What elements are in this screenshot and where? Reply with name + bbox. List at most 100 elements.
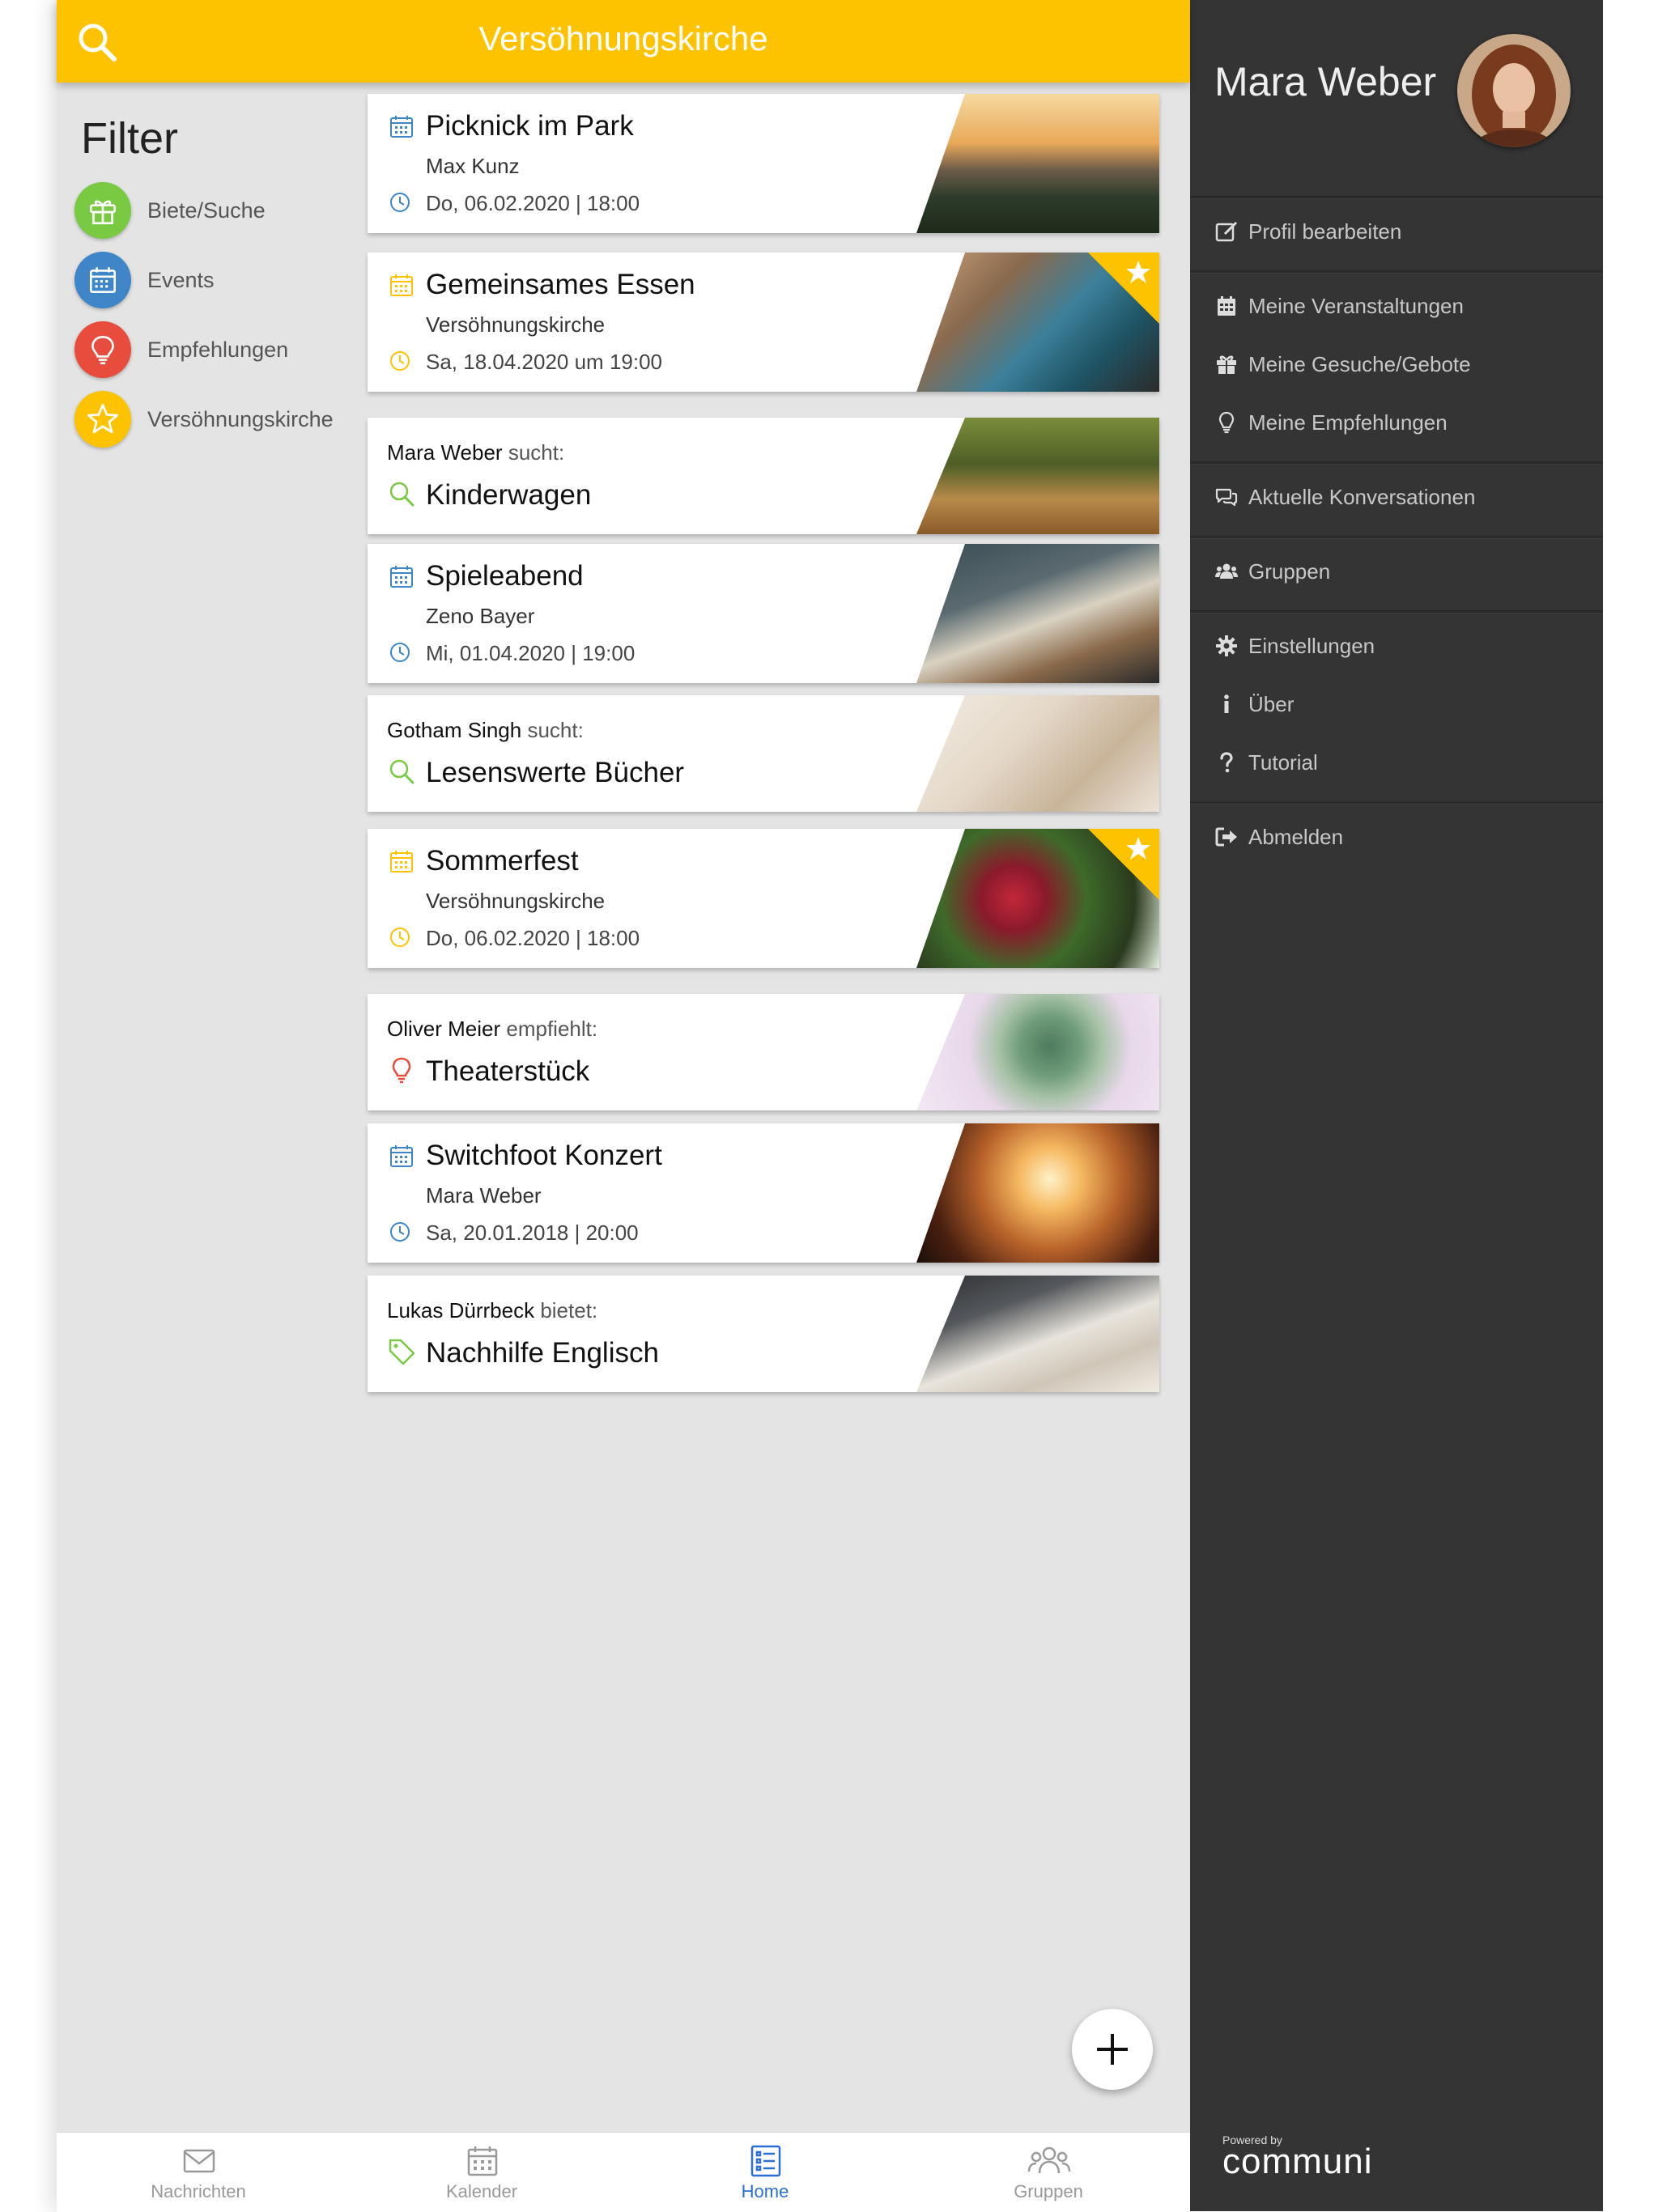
card-title: Kinderwagen xyxy=(426,479,592,511)
divider xyxy=(1190,536,1603,539)
card-image xyxy=(916,994,1159,1110)
feed-card[interactable]: Sommerfest Versöhnungskirche Do, 06.02.2… xyxy=(368,829,1159,968)
feed-card[interactable]: Gotham Singh sucht: Lesenswerte Bücher xyxy=(368,695,1159,812)
card-author-line: Lukas Dürrbeck bietet: xyxy=(387,1298,597,1323)
card-verb: empfiehlt: xyxy=(506,1017,598,1041)
card-verb: sucht: xyxy=(527,718,584,742)
comments-icon xyxy=(1215,488,1238,507)
card-date: Sa, 18.04.2020 um 19:00 xyxy=(426,350,663,374)
edit-icon xyxy=(1215,221,1238,242)
card-author-line: Gotham Singh sucht: xyxy=(387,718,584,743)
card-author-line: Oliver Meier empfiehlt: xyxy=(387,1017,597,1042)
plus-icon xyxy=(1097,2034,1128,2065)
menu-profil-bearbeiten[interactable]: Profil bearbeiten xyxy=(1214,209,1595,254)
menu-meine-gesuche-gebote[interactable]: Meine Gesuche/Gebote xyxy=(1214,342,1595,387)
calendar-icon xyxy=(390,274,413,296)
nav-label: Gruppen xyxy=(1014,2181,1083,2201)
filter-label: Versöhnungskirche xyxy=(147,406,334,431)
menu-tutorial[interactable]: Tutorial xyxy=(1214,740,1595,785)
menu-label: Einstellungen xyxy=(1248,633,1375,658)
card-title: Gemeinsames Essen xyxy=(426,269,695,300)
clock-icon xyxy=(390,351,410,371)
card-date: Mi, 01.04.2020 | 19:00 xyxy=(426,641,636,665)
filter-label: Biete/Suche xyxy=(147,197,266,223)
filter-item-empfehlungen[interactable]: Empfehlungen xyxy=(74,319,366,380)
menu-label: Meine Gesuche/Gebote xyxy=(1248,351,1471,376)
menu-label: Aktuelle Konversationen xyxy=(1248,484,1476,509)
card-subtitle: Zeno Bayer xyxy=(426,604,535,628)
clock-icon xyxy=(390,643,410,662)
divider xyxy=(1190,610,1603,614)
feed-card[interactable]: Switchfoot Konzert Mara Weber Sa, 20.01.… xyxy=(368,1123,1159,1263)
nav-gruppen[interactable]: Gruppen xyxy=(907,2133,1190,2212)
filter-item-biete-suche[interactable]: Biete/Suche xyxy=(74,180,366,241)
divider xyxy=(1190,801,1603,805)
user-name: Mara Weber xyxy=(1214,59,1437,104)
nav-kalender[interactable]: Kalender xyxy=(340,2133,623,2212)
nav-label: Home xyxy=(741,2181,789,2201)
lightbulb-icon xyxy=(74,321,131,378)
card-image xyxy=(916,94,1159,233)
calendar-icon xyxy=(390,116,413,138)
menu-einstellungen[interactable]: Einstellungen xyxy=(1214,623,1595,669)
filter-item-events[interactable]: Events xyxy=(74,249,366,311)
gift-icon xyxy=(74,182,131,239)
brand-logo: communi xyxy=(1222,2142,1373,2181)
card-verb: bietet: xyxy=(540,1298,598,1323)
question-icon xyxy=(1220,752,1233,773)
calendar-icon xyxy=(390,851,413,872)
top-bar: Versöhnungskirche xyxy=(57,0,1190,83)
feed-card[interactable]: Picknick im Park Max Kunz Do, 06.02.2020… xyxy=(368,94,1159,233)
star-icon xyxy=(74,391,131,448)
menu-gruppen[interactable]: Gruppen xyxy=(1214,549,1595,594)
card-date: Do, 06.02.2020 | 18:00 xyxy=(426,926,640,950)
menu-meine-empfehlungen[interactable]: Meine Empfehlungen xyxy=(1214,400,1595,445)
card-title: Sommerfest xyxy=(426,845,579,877)
menu-label: Profil bearbeiten xyxy=(1248,219,1402,244)
nav-nachrichten[interactable]: Nachrichten xyxy=(57,2133,340,2212)
card-author: Gotham Singh xyxy=(387,718,522,742)
search-icon xyxy=(389,482,414,507)
star-icon xyxy=(1088,253,1159,324)
menu-abmelden[interactable]: Abmelden xyxy=(1214,814,1595,860)
filter-item-versoehnungskirche[interactable]: Versöhnungskirche xyxy=(74,388,366,450)
avatar[interactable] xyxy=(1457,34,1571,147)
card-title: Picknick im Park xyxy=(426,110,634,142)
card-verb: sucht: xyxy=(508,440,565,465)
filter-title: Filter xyxy=(81,114,178,163)
page-title: Versöhnungskirche xyxy=(478,19,768,57)
menu-label: Abmelden xyxy=(1248,824,1344,849)
add-button[interactable] xyxy=(1072,2009,1153,2090)
card-image xyxy=(916,544,1159,683)
feed-card[interactable]: Lukas Dürrbeck bietet: Nachhilfe Englisc… xyxy=(368,1276,1159,1392)
card-image xyxy=(916,695,1159,812)
calendar-icon xyxy=(74,252,131,308)
card-date: Sa, 20.01.2018 | 20:00 xyxy=(426,1221,639,1245)
powered-by-logo: Powered by communi xyxy=(1222,2133,1384,2182)
card-image xyxy=(916,1276,1159,1392)
feed-card[interactable]: Spieleabend Zeno Bayer Mi, 01.04.2020 | … xyxy=(368,544,1159,683)
card-title: Switchfoot Konzert xyxy=(426,1140,662,1171)
menu-aktuelle-konversationen[interactable]: Aktuelle Konversationen xyxy=(1214,474,1595,520)
card-author: Mara Weber xyxy=(387,440,503,465)
menu-label: Gruppen xyxy=(1248,558,1331,584)
menu-meine-veranstaltungen[interactable]: Meine Veranstaltungen xyxy=(1214,283,1595,329)
card-title: Lesenswerte Bücher xyxy=(426,757,685,788)
divider xyxy=(1190,196,1603,199)
lightbulb-icon xyxy=(392,1057,411,1084)
gear-icon xyxy=(1216,635,1237,656)
star-icon xyxy=(1088,829,1159,900)
nav-label: Kalender xyxy=(445,2181,518,2201)
feed-card[interactable]: Oliver Meier empfiehlt: Theaterstück xyxy=(368,994,1159,1110)
lightbulb-icon xyxy=(1218,411,1235,434)
feed-card[interactable]: Mara Weber sucht: Kinderwagen xyxy=(368,418,1159,534)
nav-home[interactable]: Home xyxy=(623,2133,907,2212)
feed-card[interactable]: Gemeinsames Essen Versöhnungskirche Sa, … xyxy=(368,253,1159,392)
menu-ueber[interactable]: Über xyxy=(1214,681,1595,727)
menu-label: Tutorial xyxy=(1248,749,1318,775)
card-image xyxy=(916,1123,1159,1263)
card-author-line: Mara Weber sucht: xyxy=(387,440,564,465)
filter-label: Empfehlungen xyxy=(147,337,289,362)
divider xyxy=(1190,270,1603,274)
card-title: Nachhilfe Englisch xyxy=(426,1337,659,1369)
